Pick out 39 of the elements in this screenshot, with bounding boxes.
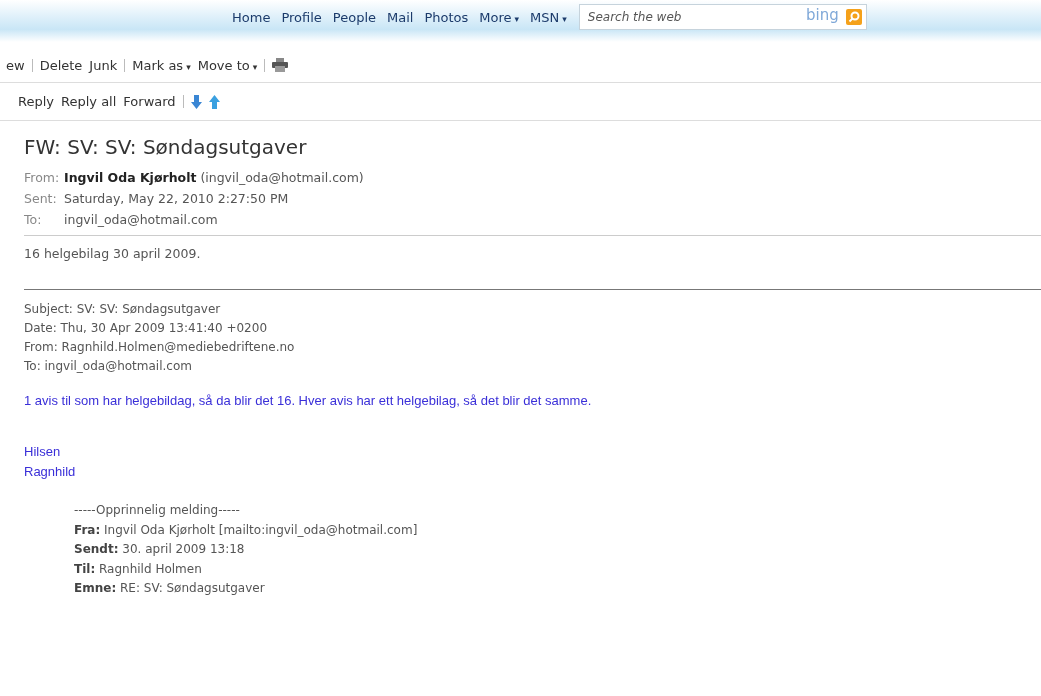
forwarded-header: Date: Thu, 30 Apr 2009 13:41:40 +0200 — [24, 320, 269, 337]
original-header: Emne: RE: SV: Søndagsutgaver — [74, 580, 266, 597]
reply-text: 1 avis til som har helgebildag, så da blir det 16. Hver avis har ett helgebilag, så det blir det samme. — [24, 393, 593, 408]
toolbar-button[interactable]: Junk — [89, 57, 118, 73]
toolbar-button[interactable]: Forward — [123, 94, 176, 109]
nav-link[interactable]: Profile — [281, 10, 322, 25]
nav-link[interactable]: MSN ▾ — [530, 10, 567, 25]
toolbar-button[interactable]: ew — [6, 57, 25, 73]
forwarded-header: To: ingvil_oda@hotmail.com — [24, 358, 193, 375]
header-value: ingvil_oda@hotmail.com — [64, 211, 218, 229]
header-label: From: — [24, 169, 61, 187]
toolbar-button[interactable]: Reply — [18, 94, 54, 109]
forwarded-header: From: Ragnhild.Holmen@mediebedriftene.no — [24, 339, 296, 356]
signature-line: Ragnhild — [24, 463, 77, 481]
forwarded-header: Subject: SV: SV: Søndagsutgaver — [24, 301, 222, 318]
original-header: Til: Ragnhild Holmen — [74, 560, 203, 578]
header-value: Ingvil Oda Kjørholt (ingvil_oda@hotmail.com) — [64, 169, 364, 187]
message-text: 16 helgebilag 30 april 2009. — [24, 246, 202, 261]
toolbar-button[interactable]: Move to ▾ — [197, 57, 258, 73]
nav-link[interactable]: More ▾ — [479, 10, 520, 25]
header-value: Saturday, May 22, 2010 2:27:50 PM — [64, 190, 289, 208]
down-arrow-icon[interactable] — [190, 94, 202, 109]
original-header: Fra: Ingvil Oda Kjørholt [mailto:ingvil_oda@hotmail.com] — [74, 521, 419, 539]
nav-link[interactable]: Photos — [424, 10, 469, 25]
nav-link[interactable]: Mail — [387, 10, 414, 25]
nav-link[interactable]: Home — [232, 10, 271, 25]
signature-line: Hilsen — [24, 443, 62, 461]
nav-link[interactable]: People — [332, 10, 376, 25]
header-label: To: — [24, 211, 43, 229]
up-arrow-icon[interactable] — [208, 94, 220, 109]
message-subject: FW: SV: SV: Søndagsutgaver — [24, 135, 308, 159]
printer-icon[interactable] — [272, 58, 289, 72]
header-label: Sent: — [24, 190, 58, 208]
toolbar-button[interactable]: Reply all — [61, 94, 117, 109]
logo: bing — [806, 6, 839, 24]
original-header: -----Opprinnelig melding----- — [74, 502, 241, 519]
original-header: Sendt: 30. april 2009 13:18 — [74, 541, 246, 558]
toolbar-button[interactable]: Mark as ▾ — [132, 57, 191, 73]
toolbar-button[interactable]: Delete — [39, 57, 83, 73]
